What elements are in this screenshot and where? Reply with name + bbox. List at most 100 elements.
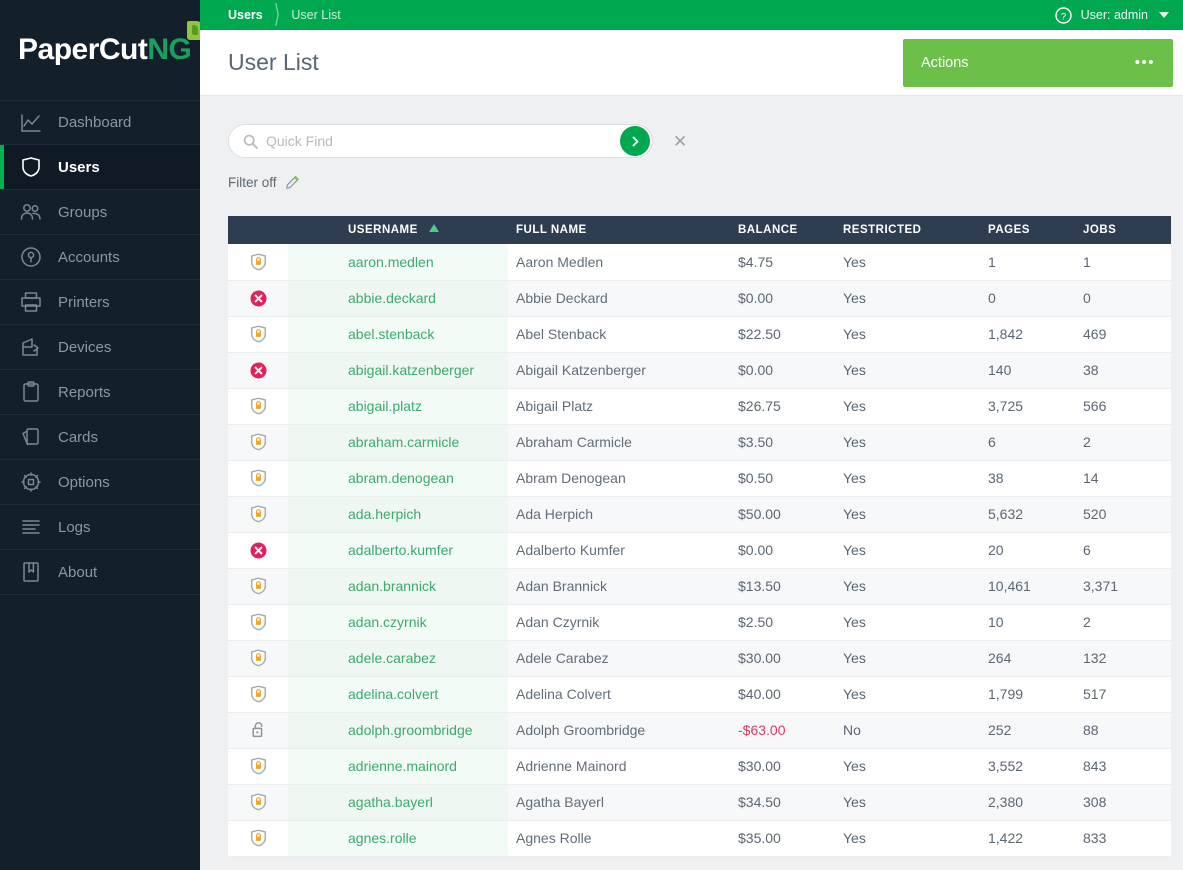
table-row[interactable]: adelina.colvert Adelina Colvert $40.00 Yes 1… <box>228 676 1171 713</box>
user-menu-label[interactable]: User: admin <box>1081 8 1148 22</box>
table-row[interactable]: abigail.katzenberger Abigail Katzenberger… <box>228 352 1171 389</box>
row-balance-cell: $13.50 <box>733 568 838 605</box>
row-restricted-cell: Yes <box>838 604 983 641</box>
sidebar-item-devices[interactable]: Devices <box>0 325 200 370</box>
breadcrumb-current[interactable]: Users <box>228 8 263 22</box>
table-row[interactable]: abram.denogean Abram Denogean $0.50 Yes 38 14 <box>228 460 1171 497</box>
sidebar-item-label: Dashboard <box>58 114 132 131</box>
table-row[interactable]: adele.carabez Adele Carabez $30.00 Yes 264 13… <box>228 640 1171 677</box>
close-icon[interactable]: ✕ <box>673 133 687 150</box>
column-header-username[interactable]: USERNAME <box>288 216 508 244</box>
row-status-cell <box>228 388 288 425</box>
table-row[interactable]: abel.stenback Abel Stenback $22.50 Yes 1,842… <box>228 316 1171 353</box>
chevron-down-icon[interactable] <box>1159 12 1169 18</box>
row-balance-cell: $4.75 <box>733 244 838 281</box>
shield-lock-icon <box>250 325 267 343</box>
sidebar-item-users[interactable]: Users <box>0 145 200 190</box>
column-header-restricted[interactable]: RESTRICTED <box>838 216 983 244</box>
table-row[interactable]: adalberto.kumfer Adalberto Kumfer $0.00 Yes… <box>228 532 1171 569</box>
column-header-jobs[interactable]: JOBS <box>1078 216 1171 244</box>
sidebar-item-reports[interactable]: Reports <box>0 370 200 415</box>
row-jobs-cell: 3,371 <box>1078 568 1171 605</box>
user-link[interactable]: adolph.groombridge <box>348 722 473 738</box>
table-row[interactable]: abbie.deckard Abbie Deckard $0.00 Yes 0 0 <box>228 280 1171 317</box>
row-fullname-cell: Adalberto Kumfer <box>508 532 733 569</box>
row-jobs-cell: 1 <box>1078 244 1171 281</box>
user-link[interactable]: abram.denogean <box>348 470 454 486</box>
column-header-fullname[interactable]: FULL NAME <box>508 216 733 244</box>
user-link[interactable]: adan.czyrnik <box>348 614 427 630</box>
sidebar-item-about[interactable]: About <box>0 550 200 595</box>
user-link[interactable]: abbie.deckard <box>348 290 436 306</box>
user-link[interactable]: abigail.platz <box>348 398 422 414</box>
table-row[interactable]: aaron.medlen Aaron Medlen $4.75 Yes 1 1 <box>228 244 1171 281</box>
row-fullname-cell: Abigail Katzenberger <box>508 352 733 389</box>
sidebar-item-dashboard[interactable]: Dashboard <box>0 100 200 145</box>
sidebar-item-label: Options <box>58 473 110 491</box>
row-pages-cell: 140 <box>983 352 1078 389</box>
column-header-balance[interactable]: BALANCE <box>733 216 838 244</box>
row-pages-cell: 38 <box>983 460 1078 497</box>
user-link[interactable]: agatha.bayerl <box>348 794 433 810</box>
table-row[interactable]: agnes.rolle Agnes Rolle $35.00 Yes 1,422 833 <box>228 820 1171 857</box>
pencil-icon[interactable] <box>285 175 300 190</box>
table-row[interactable]: abigail.platz Abigail Platz $26.75 Yes 3,725… <box>228 388 1171 425</box>
sidebar-item-printers[interactable]: Printers <box>0 280 200 325</box>
user-link[interactable]: adrienne.mainord <box>348 758 457 774</box>
row-fullname-cell: Adele Carabez <box>508 640 733 677</box>
row-fullname-cell: Abigail Platz <box>508 388 733 425</box>
shield-lock-icon <box>250 433 267 451</box>
sidebar-item-options[interactable]: Options <box>0 460 200 505</box>
sidebar-item-groups[interactable]: Groups <box>0 190 200 235</box>
user-link[interactable]: adele.carabez <box>348 650 436 666</box>
row-pages-cell: 1,842 <box>983 316 1078 353</box>
help-circle-icon[interactable]: ? <box>1054 6 1072 24</box>
row-status-cell <box>228 460 288 497</box>
row-username-cell: adan.czyrnik <box>288 604 508 641</box>
row-username-cell: ada.herpich <box>288 496 508 533</box>
user-link[interactable]: abigail.katzenberger <box>348 362 474 378</box>
row-username-cell: agatha.bayerl <box>288 784 508 821</box>
error-circle-icon <box>250 542 267 559</box>
user-link[interactable]: agnes.rolle <box>348 830 417 846</box>
table-row[interactable]: adrienne.mainord Adrienne Mainord $30.00 Ye… <box>228 748 1171 785</box>
user-link[interactable]: abel.stenback <box>348 326 434 342</box>
app-logo[interactable]: PaperCutNG <box>0 0 200 100</box>
row-balance-cell: $0.00 <box>733 352 838 389</box>
table-row[interactable]: adan.brannick Adan Brannick $13.50 Yes 10,46… <box>228 568 1171 605</box>
search-input[interactable] <box>266 133 652 149</box>
filter-status-label: Filter off <box>228 175 277 190</box>
actions-button-label: Actions <box>921 54 969 71</box>
sidebar-item-accounts[interactable]: Accounts <box>0 235 200 280</box>
table-row[interactable]: adolph.groombridge Adolph Groombridge -$63… <box>228 712 1171 749</box>
user-link[interactable]: ada.herpich <box>348 506 421 522</box>
logo-text: PaperCutNG <box>18 21 200 67</box>
table-row[interactable]: ada.herpich Ada Herpich $50.00 Yes 5,632 520 <box>228 496 1171 533</box>
row-username-cell: abbie.deckard <box>288 280 508 317</box>
user-link[interactable]: aaron.medlen <box>348 254 434 270</box>
sidebar-item-logs[interactable]: Logs <box>0 505 200 550</box>
user-link[interactable]: adalberto.kumfer <box>348 542 453 558</box>
row-status-cell <box>228 748 288 785</box>
row-restricted-cell: Yes <box>838 352 983 389</box>
user-link[interactable]: adan.brannick <box>348 578 436 594</box>
row-jobs-cell: 566 <box>1078 388 1171 425</box>
table-row[interactable]: adan.czyrnik Adan Czyrnik $2.50 Yes 10 2 <box>228 604 1171 641</box>
row-username-cell: adan.brannick <box>288 568 508 605</box>
table-row[interactable]: agatha.bayerl Agatha Bayerl $34.50 Yes 2,380… <box>228 784 1171 821</box>
table-row[interactable]: abraham.carmicle Abraham Carmicle $3.50 Yes… <box>228 424 1171 461</box>
search-submit-button[interactable] <box>620 126 650 156</box>
breadcrumb-separator-icon: ⟩ <box>273 0 281 29</box>
column-header-pages[interactable]: PAGES <box>983 216 1078 244</box>
row-status-cell <box>228 496 288 533</box>
page-header: User List Actions ••• <box>200 30 1183 96</box>
row-jobs-cell: 2 <box>1078 604 1171 641</box>
breadcrumb-sub[interactable]: User List <box>291 8 340 22</box>
user-link[interactable]: abraham.carmicle <box>348 434 459 450</box>
chart-line-icon <box>18 110 44 136</box>
sort-asc-icon <box>428 224 439 232</box>
sidebar-item-cards[interactable]: Cards <box>0 415 200 460</box>
user-link[interactable]: adelina.colvert <box>348 686 438 702</box>
row-status-cell <box>228 712 288 749</box>
actions-button[interactable]: Actions ••• <box>903 38 1173 87</box>
